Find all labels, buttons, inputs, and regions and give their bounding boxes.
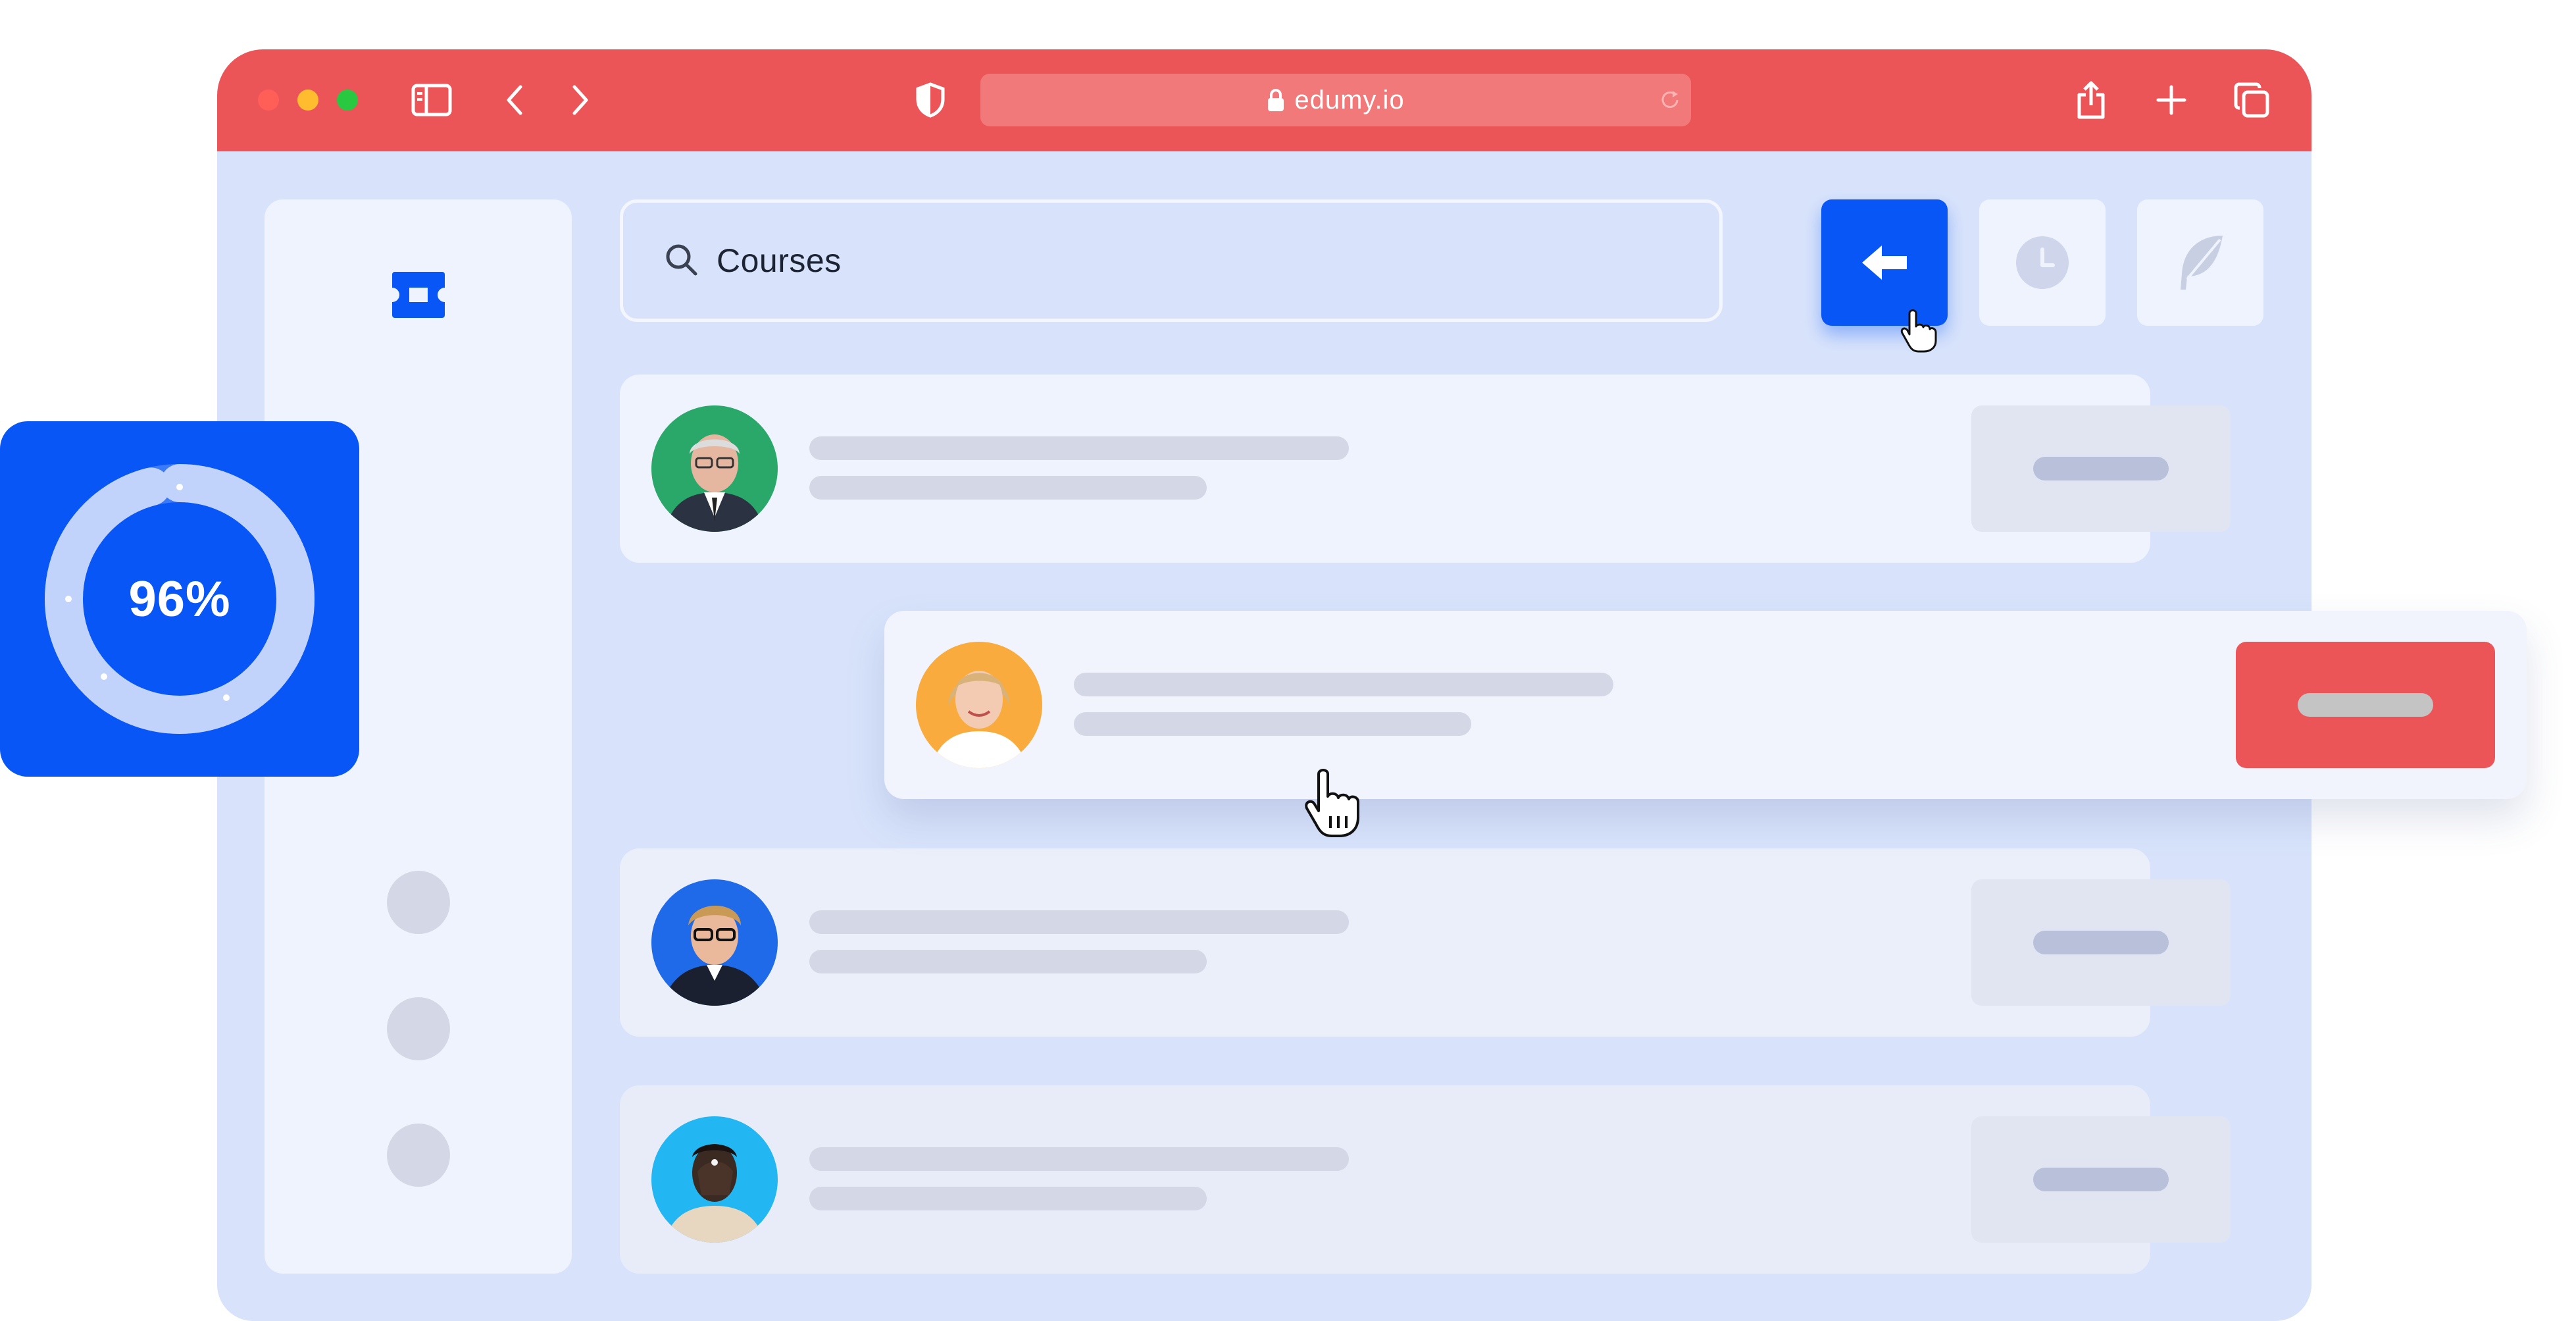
feather-icon (2181, 236, 2223, 290)
grab-cursor-icon (1304, 769, 1367, 842)
sidebar-nav-dot[interactable] (387, 1124, 450, 1187)
search-icon (664, 242, 698, 280)
browser-titlebar: edumy.io (217, 49, 2311, 151)
title-placeholder (809, 1147, 1349, 1171)
subtitle-placeholder (1074, 712, 1471, 736)
sidebar-nav-dot[interactable] (387, 871, 450, 934)
avatar (916, 642, 1042, 768)
share-icon[interactable] (2070, 79, 2112, 121)
tabs-icon[interactable] (2231, 79, 2273, 121)
row-action-button[interactable] (1971, 1116, 2231, 1243)
hand-cursor-icon (1900, 309, 1937, 356)
progress-percentage: 96% (128, 571, 231, 627)
sidebar-toggle-icon[interactable] (411, 79, 453, 121)
back-chevron-icon[interactable] (493, 79, 536, 121)
ticket-icon[interactable] (391, 271, 446, 323)
row-action-button[interactable] (1971, 405, 2231, 532)
search-bar[interactable]: Courses (620, 199, 1723, 322)
shield-icon[interactable] (909, 79, 951, 121)
row-action-button[interactable] (1971, 879, 2231, 1006)
plus-icon[interactable] (2150, 79, 2192, 121)
avatar (651, 879, 778, 1006)
row-action-button[interactable] (2236, 642, 2495, 768)
lock-icon (1267, 88, 1285, 113)
title-placeholder (809, 436, 1349, 460)
reload-icon[interactable] (1658, 88, 1682, 118)
back-button[interactable] (1821, 199, 1948, 326)
address-bar[interactable]: edumy.io (980, 74, 1691, 126)
progress-card: 96% (0, 421, 359, 777)
button-label-placeholder (2033, 1168, 2169, 1191)
forward-chevron-icon[interactable] (559, 79, 601, 121)
url-text: edumy.io (1294, 85, 1405, 115)
button-label-placeholder (2033, 457, 2169, 480)
course-row-dragging[interactable] (884, 611, 2527, 799)
maximize-window-button[interactable] (337, 90, 358, 111)
course-row[interactable] (620, 1085, 2231, 1274)
subtitle-placeholder (809, 1187, 1207, 1210)
search-input[interactable]: Courses (717, 242, 842, 280)
history-button[interactable] (1979, 199, 2106, 326)
clock-icon (2016, 236, 2069, 289)
course-row[interactable] (620, 848, 2231, 1037)
button-label-placeholder (2033, 931, 2169, 954)
feather-button[interactable] (2137, 199, 2263, 326)
close-window-button[interactable] (258, 90, 279, 111)
title-placeholder (1074, 673, 1613, 696)
course-row[interactable] (620, 375, 2231, 563)
minimize-window-button[interactable] (297, 90, 318, 111)
subtitle-placeholder (809, 950, 1207, 973)
button-label-placeholder (2298, 693, 2433, 717)
subtitle-placeholder (809, 476, 1207, 500)
arrow-left-icon (1862, 246, 1907, 280)
sidebar-nav-dot[interactable] (387, 997, 450, 1060)
avatar (651, 405, 778, 532)
avatar (651, 1116, 778, 1243)
title-placeholder (809, 910, 1349, 934)
